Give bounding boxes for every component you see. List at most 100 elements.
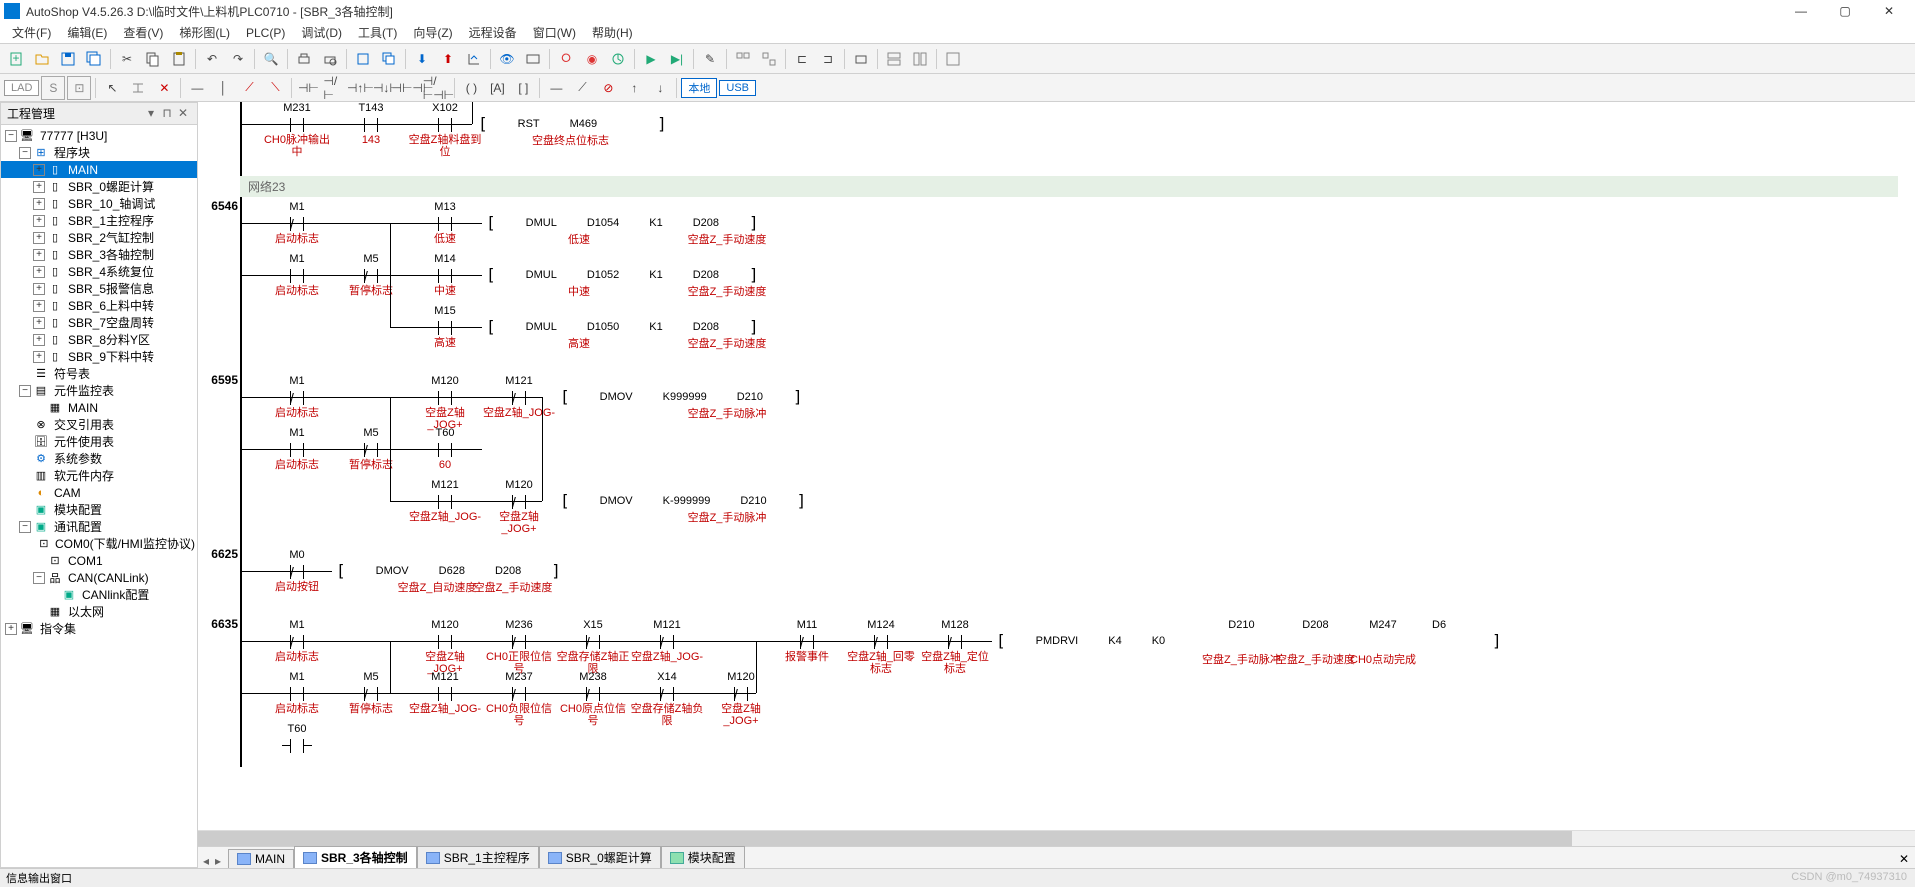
usb-mode-button[interactable]: USB bbox=[719, 80, 756, 96]
step-icon[interactable]: ▶ bbox=[639, 47, 663, 71]
tree-can[interactable]: −品CAN(CANLink) bbox=[1, 569, 197, 586]
menu-remote[interactable]: 远程设备 bbox=[461, 22, 525, 43]
panel-close-icon[interactable]: ✕ bbox=[175, 106, 191, 122]
tab-main[interactable]: MAIN bbox=[228, 849, 294, 868]
comp-eq-icon[interactable]: — bbox=[544, 76, 568, 100]
run-icon[interactable]: ⭘ bbox=[554, 47, 578, 71]
contact-no-icon[interactable]: ⊣⊢ bbox=[296, 76, 320, 100]
save-icon[interactable] bbox=[56, 47, 80, 71]
sel-r-icon[interactable]: ⊡ bbox=[67, 76, 91, 100]
coil-icon[interactable]: ( ) bbox=[459, 76, 483, 100]
edit-icon[interactable]: ✎ bbox=[698, 47, 722, 71]
tree-sbr8[interactable]: +▯SBR_8分料Y区 bbox=[1, 331, 197, 348]
tab-sbr1[interactable]: SBR_1主控程序 bbox=[417, 846, 539, 868]
align1-icon[interactable]: ⊏ bbox=[790, 47, 814, 71]
close-button[interactable]: ✕ bbox=[1867, 0, 1911, 22]
tab-module[interactable]: 模块配置 bbox=[661, 846, 745, 868]
tree-com1[interactable]: ⊡COM1 bbox=[1, 552, 197, 569]
network-6546[interactable]: 6546 M1/启动标志 M13低速 [DMULD1054K1D208] 低速 … bbox=[240, 197, 1898, 371]
save-all-icon[interactable] bbox=[82, 47, 106, 71]
tree-instr[interactable]: +🖥指令集 bbox=[1, 620, 197, 637]
connect-icon[interactable] bbox=[606, 47, 630, 71]
network-header-23[interactable]: 网络23 bbox=[240, 176, 1898, 197]
menu-ladder[interactable]: 梯形图(L) bbox=[171, 22, 238, 43]
print-preview-icon[interactable] bbox=[318, 47, 342, 71]
fall-icon[interactable]: ↓ bbox=[648, 76, 672, 100]
network-6635[interactable]: 6635 M1/启动标志 M120空盘Z轴_JOG+ M236/CH0正限位信号… bbox=[240, 615, 1898, 767]
tree-program-block[interactable]: −⊞程序块 bbox=[1, 144, 197, 161]
tree-sbr3[interactable]: +▯SBR_3各轴控制 bbox=[1, 246, 197, 263]
upload-icon[interactable]: ⬆ bbox=[436, 47, 460, 71]
maximize-button[interactable]: ▢ bbox=[1823, 0, 1867, 22]
tree-sbr4[interactable]: +▯SBR_4系统复位 bbox=[1, 263, 197, 280]
menu-edit[interactable]: 编辑(E) bbox=[59, 22, 115, 43]
tree-softmem[interactable]: ▥软元件内存 bbox=[1, 467, 197, 484]
hline-icon[interactable]: — bbox=[185, 76, 209, 100]
contact-p-icon[interactable]: ⊣↑⊢ bbox=[348, 76, 372, 100]
autohide-icon[interactable]: ⊓ bbox=[159, 106, 175, 122]
tree-com0[interactable]: ⊡COM0(下载/HMI监控协议) bbox=[1, 535, 197, 552]
window-icon[interactable] bbox=[941, 47, 965, 71]
tree-sbr1[interactable]: +▯SBR_1主控程序 bbox=[1, 212, 197, 229]
grid2-icon[interactable] bbox=[757, 47, 781, 71]
tree-xref[interactable]: ⊗交叉引用表 bbox=[1, 416, 197, 433]
minimize-button[interactable]: — bbox=[1779, 0, 1823, 22]
branch-down-icon[interactable] bbox=[126, 76, 150, 100]
tree-sbr7[interactable]: +▯SBR_7空盘周转 bbox=[1, 314, 197, 331]
menu-wizard[interactable]: 向导(Z) bbox=[405, 22, 460, 43]
cursor-icon[interactable]: ↖ bbox=[100, 76, 124, 100]
grid1-icon[interactable] bbox=[731, 47, 755, 71]
output-window-header[interactable]: 信息输出窗口 bbox=[0, 868, 1915, 887]
cut-icon[interactable]: ✂ bbox=[115, 47, 139, 71]
tree-sbr0[interactable]: +▯SBR_0螺距计算 bbox=[1, 178, 197, 195]
inv-icon[interactable]: ⟋ bbox=[570, 76, 594, 100]
download-icon[interactable]: ⬇ bbox=[410, 47, 434, 71]
tab-nav[interactable]: ◂▸ bbox=[200, 854, 224, 868]
monitor-icon[interactable]: 👁 bbox=[495, 47, 519, 71]
copy-icon[interactable] bbox=[141, 47, 165, 71]
menu-plc[interactable]: PLC(P) bbox=[238, 24, 293, 42]
layout1-icon[interactable] bbox=[882, 47, 906, 71]
tree-canlink[interactable]: ▣CANlink配置 bbox=[1, 586, 197, 603]
tree-main[interactable]: +▯MAIN bbox=[1, 161, 197, 178]
tree-module[interactable]: ▣模块配置 bbox=[1, 501, 197, 518]
tree-comm[interactable]: −▣通讯配置 bbox=[1, 518, 197, 535]
contact-nc-icon[interactable]: ⊣/⊢ bbox=[322, 76, 346, 100]
verify-icon[interactable] bbox=[462, 47, 486, 71]
tree-sbr2[interactable]: +▯SBR_2气缸控制 bbox=[1, 229, 197, 246]
pin-icon[interactable]: ▾ bbox=[143, 106, 159, 122]
tree-symbol[interactable]: ☰符号表 bbox=[1, 365, 197, 382]
tree-sbr5[interactable]: +▯SBR_5报警信息 bbox=[1, 280, 197, 297]
menu-file[interactable]: 文件(F) bbox=[4, 22, 59, 43]
vline-del-icon[interactable]: ⟍ bbox=[263, 76, 287, 100]
tree-sbr9[interactable]: +▯SBR_9下料中转 bbox=[1, 348, 197, 365]
tree-monitor[interactable]: −▤元件监控表 bbox=[1, 382, 197, 399]
network-6625[interactable]: 6625 M0/启动按钮 [DMOVD628D208] 空盘Z_自动速度 空盘Z… bbox=[240, 545, 1898, 615]
network-6595[interactable]: 6595 M1/启动标志 M120空盘Z轴_JOG+ M121/空盘Z轴_JOG… bbox=[240, 371, 1898, 545]
menu-debug[interactable]: 调试(D) bbox=[293, 22, 350, 43]
rise-icon[interactable]: ↑ bbox=[622, 76, 646, 100]
compile-all-icon[interactable] bbox=[377, 47, 401, 71]
lad-mode-button[interactable]: LAD bbox=[4, 80, 39, 96]
not-icon[interactable]: ⊘ bbox=[596, 76, 620, 100]
delete-icon[interactable]: ✕ bbox=[152, 76, 176, 100]
print2-icon[interactable] bbox=[849, 47, 873, 71]
menu-tools[interactable]: 工具(T) bbox=[350, 22, 405, 43]
layout2-icon[interactable] bbox=[908, 47, 932, 71]
tree-monitor-main[interactable]: ▦MAIN bbox=[1, 399, 197, 416]
tab-sbr3[interactable]: SBR_3各轴控制 bbox=[294, 846, 417, 868]
paste-icon[interactable] bbox=[167, 47, 191, 71]
undo-icon[interactable]: ↶ bbox=[200, 47, 224, 71]
align2-icon[interactable]: ⊐ bbox=[816, 47, 840, 71]
project-tree[interactable]: −🖥77777 [H3U] −⊞程序块 +▯MAIN +▯SBR_0螺距计算 +… bbox=[1, 125, 197, 867]
func-icon[interactable]: [A] bbox=[485, 76, 509, 100]
menu-view[interactable]: 查看(V) bbox=[115, 22, 171, 43]
horizontal-scrollbar[interactable] bbox=[198, 830, 1915, 846]
print-icon[interactable] bbox=[292, 47, 316, 71]
stop-icon[interactable]: ◉ bbox=[580, 47, 604, 71]
tab-close-icon[interactable]: ✕ bbox=[1893, 850, 1915, 868]
contact-par2-icon[interactable]: ⊣/⊢⊣⊢ bbox=[426, 76, 450, 100]
func2-icon[interactable]: [ ] bbox=[511, 76, 535, 100]
vline-icon[interactable]: │ bbox=[211, 76, 235, 100]
open-file-icon[interactable] bbox=[30, 47, 54, 71]
